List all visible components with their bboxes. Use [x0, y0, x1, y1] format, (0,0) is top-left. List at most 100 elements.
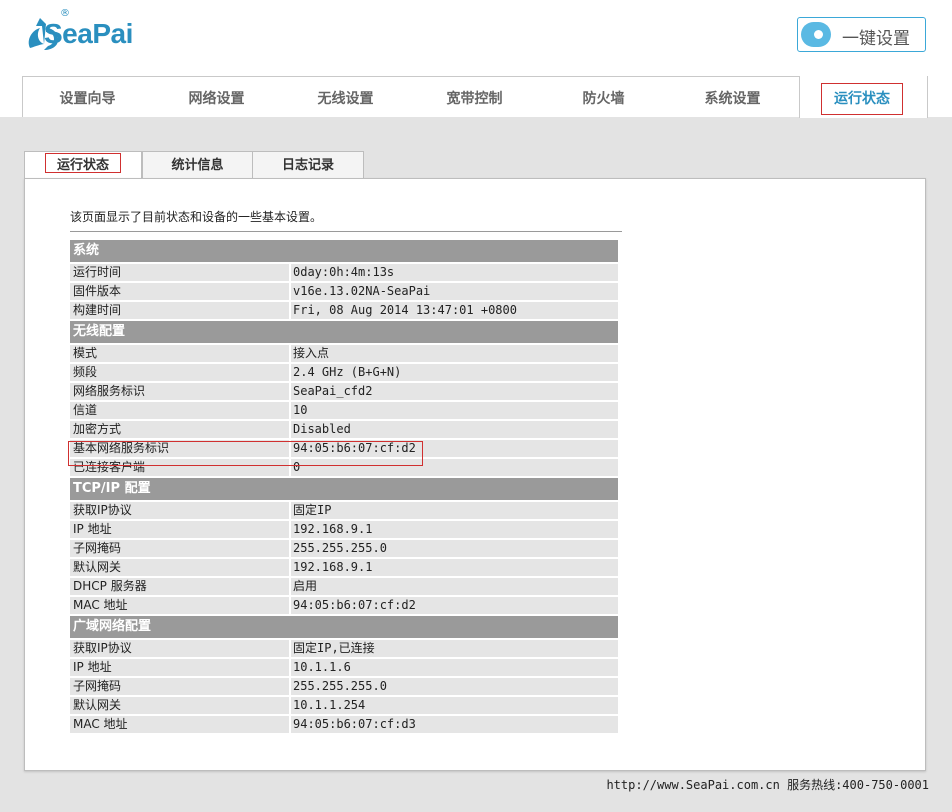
table-row: 网络服务标识 SeaPai_cfd2: [70, 383, 618, 400]
row-label: 默认网关: [73, 698, 122, 712]
row-value: 接入点: [293, 346, 330, 360]
table-row: 加密方式 Disabled: [70, 421, 618, 438]
cell-separator: [289, 521, 291, 538]
cell-separator: [289, 302, 291, 319]
cell-separator: [289, 264, 291, 281]
table-row: 构建时间 Fri, 08 Aug 2014 13:47:01 +0800: [70, 302, 618, 319]
one-key-setup-button[interactable]: 一键设置: [797, 17, 926, 52]
intro-text: 该页面显示了目前状态和设备的一些基本设置。: [70, 210, 323, 224]
table-row: MAC 地址 94:05:b6:07:cf:d3: [70, 716, 618, 733]
nav-item-wireless[interactable]: 无线设置: [281, 77, 410, 117]
row-label: 获取IP协议: [73, 641, 132, 655]
table-row: 模式 接入点: [70, 345, 618, 362]
cell-separator: [289, 345, 291, 362]
footer-text: http://www.SeaPai.com.cn 服务热线:400-750-00…: [606, 778, 929, 792]
nav-item-bandwidth[interactable]: 宽带控制: [410, 77, 539, 117]
row-value: 2.4 GHz (B+G+N): [293, 365, 402, 379]
cell-separator: [289, 502, 291, 519]
nav-item-setup-wizard[interactable]: 设置向导: [23, 77, 152, 117]
tab-statistics[interactable]: 统计信息: [142, 151, 253, 179]
row-label: 运行时间: [73, 265, 122, 279]
row-value: 192.168.9.1: [293, 560, 373, 574]
nav-item-network[interactable]: 网络设置: [152, 77, 281, 117]
row-value: 10.1.1.254: [293, 698, 366, 712]
row-label: DHCP 服务器: [73, 579, 147, 593]
row-value: 192.168.9.1: [293, 522, 373, 536]
row-value: 10.1.1.6: [293, 660, 351, 674]
row-value: 255.255.255.0: [293, 679, 387, 693]
row-value: Disabled: [293, 422, 351, 436]
row-value: 启用: [293, 579, 318, 593]
row-label: MAC 地址: [73, 717, 128, 731]
row-label: 固件版本: [73, 284, 122, 298]
cell-separator: [289, 421, 291, 438]
toggle-icon: [801, 22, 831, 47]
cell-separator: [289, 559, 291, 576]
row-label: 信道: [73, 403, 98, 417]
table-row: 固件版本 v16e.13.02NA-SeaPai: [70, 283, 618, 300]
table-row: IP 地址 10.1.1.6: [70, 659, 618, 676]
cell-separator: [289, 364, 291, 381]
row-label: IP 地址: [73, 660, 112, 674]
registered-mark: ®: [60, 8, 70, 19]
row-label: IP 地址: [73, 522, 112, 536]
row-value: 10: [293, 403, 308, 417]
table-row: 获取IP协议 固定IP,已连接: [70, 640, 618, 657]
bssid-highlight-box: [68, 441, 423, 466]
tab-logs[interactable]: 日志记录: [252, 151, 364, 179]
cell-separator: [289, 578, 291, 595]
table-row: 子网掩码 255.255.255.0: [70, 540, 618, 557]
nav-highlight-box: [821, 83, 903, 115]
row-label: MAC 地址: [73, 598, 128, 612]
cell-separator: [289, 283, 291, 300]
row-label: 网络服务标识: [73, 384, 146, 398]
cell-separator: [289, 597, 291, 614]
row-value: 94:05:b6:07:cf:d2: [293, 598, 416, 612]
cell-separator: [289, 540, 291, 557]
row-value: SeaPai_cfd2: [293, 384, 373, 398]
cell-separator: [289, 383, 291, 400]
nav-item-system[interactable]: 系统设置: [668, 77, 797, 117]
row-value: 255.255.255.0: [293, 541, 387, 555]
row-value: 0day:0h:4m:13s: [293, 265, 395, 279]
cell-separator: [289, 678, 291, 695]
section-header: 系统: [70, 240, 618, 262]
row-label: 加密方式: [73, 422, 122, 436]
row-label: 模式: [73, 346, 98, 360]
row-value: 94:05:b6:07:cf:d3: [293, 717, 416, 731]
cell-separator: [289, 402, 291, 419]
brand-name: SeaPai: [44, 18, 133, 49]
row-label: 频段: [73, 365, 98, 379]
cell-separator: [289, 640, 291, 657]
table-row: IP 地址 192.168.9.1: [70, 521, 618, 538]
row-label: 子网掩码: [73, 541, 122, 555]
row-value: 固定IP: [293, 503, 332, 517]
section-header: TCP/IP 配置: [70, 478, 618, 500]
nav-item-firewall[interactable]: 防火墙: [539, 77, 668, 117]
section-header: 无线配置: [70, 321, 618, 343]
table-row: 运行时间 0day:0h:4m:13s: [70, 264, 618, 281]
row-value: 固定IP,已连接: [293, 641, 375, 655]
row-value: Fri, 08 Aug 2014 13:47:01 +0800: [293, 303, 517, 317]
divider: [70, 231, 622, 232]
table-row: 默认网关 192.168.9.1: [70, 559, 618, 576]
table-row: MAC 地址 94:05:b6:07:cf:d2: [70, 597, 618, 614]
table-row: 获取IP协议 固定IP: [70, 502, 618, 519]
one-key-setup-label: 一键设置: [842, 29, 910, 49]
main-nav: 设置向导 网络设置 无线设置 宽带控制 防火墙 系统设置: [22, 76, 928, 117]
cell-separator: [289, 697, 291, 714]
row-label: 获取IP协议: [73, 503, 132, 517]
table-row: 默认网关 10.1.1.254: [70, 697, 618, 714]
row-label: 构建时间: [73, 303, 122, 317]
tab-highlight-box: [45, 153, 121, 173]
row-label: 子网掩码: [73, 679, 122, 693]
section-header: 广域网络配置: [70, 616, 618, 638]
status-table: 系统运行时间 0day:0h:4m:13s 固件版本 v16e.13.02NA-Sea…: [70, 240, 618, 735]
row-label: 默认网关: [73, 560, 122, 574]
table-row: 信道 10: [70, 402, 618, 419]
cell-separator: [289, 659, 291, 676]
table-row: 频段 2.4 GHz (B+G+N): [70, 364, 618, 381]
row-value: v16e.13.02NA-SeaPai: [293, 284, 431, 298]
cell-separator: [289, 716, 291, 733]
table-row: DHCP 服务器 启用: [70, 578, 618, 595]
